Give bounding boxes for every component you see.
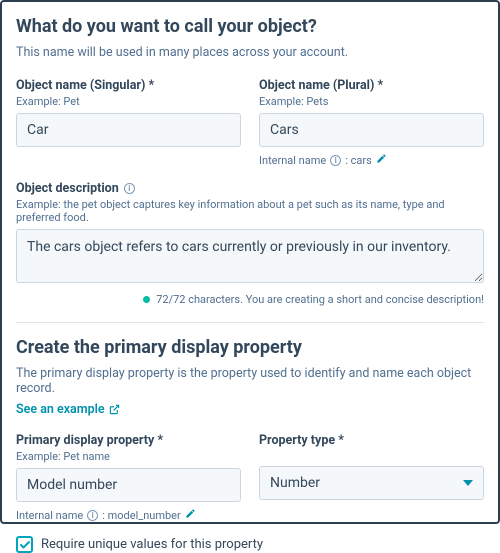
- info-icon[interactable]: i: [124, 183, 135, 194]
- singular-example: Example: Pet: [16, 95, 241, 108]
- singular-input[interactable]: [16, 113, 241, 147]
- property-type-select[interactable]: Number: [259, 466, 484, 500]
- divider: [16, 322, 484, 323]
- plural-internal-value: : cars: [345, 154, 372, 167]
- plural-label: Object name (Plural) *: [259, 78, 484, 93]
- plural-internal-label: Internal name: [259, 154, 326, 167]
- external-link-icon: [109, 404, 120, 415]
- section2-subtitle: The primary display property is the prop…: [16, 366, 484, 396]
- plural-example: Example: Pets: [259, 95, 484, 108]
- description-input[interactable]: [16, 229, 484, 283]
- status-dot-icon: [143, 296, 150, 303]
- description-example: Example: the pet object captures key inf…: [16, 198, 484, 224]
- property-internal-label: Internal name: [16, 509, 83, 522]
- require-unique-checkbox[interactable]: [16, 536, 33, 553]
- property-internal-value: : model_number: [102, 509, 181, 522]
- section1-subtitle: This name will be used in many places ac…: [16, 45, 484, 60]
- plural-input[interactable]: [259, 113, 484, 147]
- pencil-icon[interactable]: [376, 153, 387, 167]
- char-count-note: 72/72 characters. You are creating a sho…: [156, 293, 484, 306]
- description-label: Object description: [16, 181, 119, 196]
- section1-heading: What do you want to call your object?: [16, 16, 484, 37]
- info-icon[interactable]: i: [87, 510, 98, 521]
- chevron-down-icon: [463, 480, 473, 486]
- pencil-icon[interactable]: [185, 508, 196, 522]
- info-icon[interactable]: i: [330, 155, 341, 166]
- see-example-text: See an example: [16, 402, 105, 417]
- property-type-value: Number: [270, 475, 320, 491]
- require-unique-label: Require unique values for this property: [41, 537, 263, 552]
- see-example-link[interactable]: See an example: [16, 402, 120, 417]
- property-type-label: Property type *: [259, 433, 484, 448]
- section2-heading: Create the primary display property: [16, 337, 484, 358]
- property-input[interactable]: [16, 468, 241, 502]
- singular-label: Object name (Singular) *: [16, 78, 241, 93]
- property-example: Example: Pet name: [16, 450, 241, 463]
- property-label: Primary display property *: [16, 433, 241, 448]
